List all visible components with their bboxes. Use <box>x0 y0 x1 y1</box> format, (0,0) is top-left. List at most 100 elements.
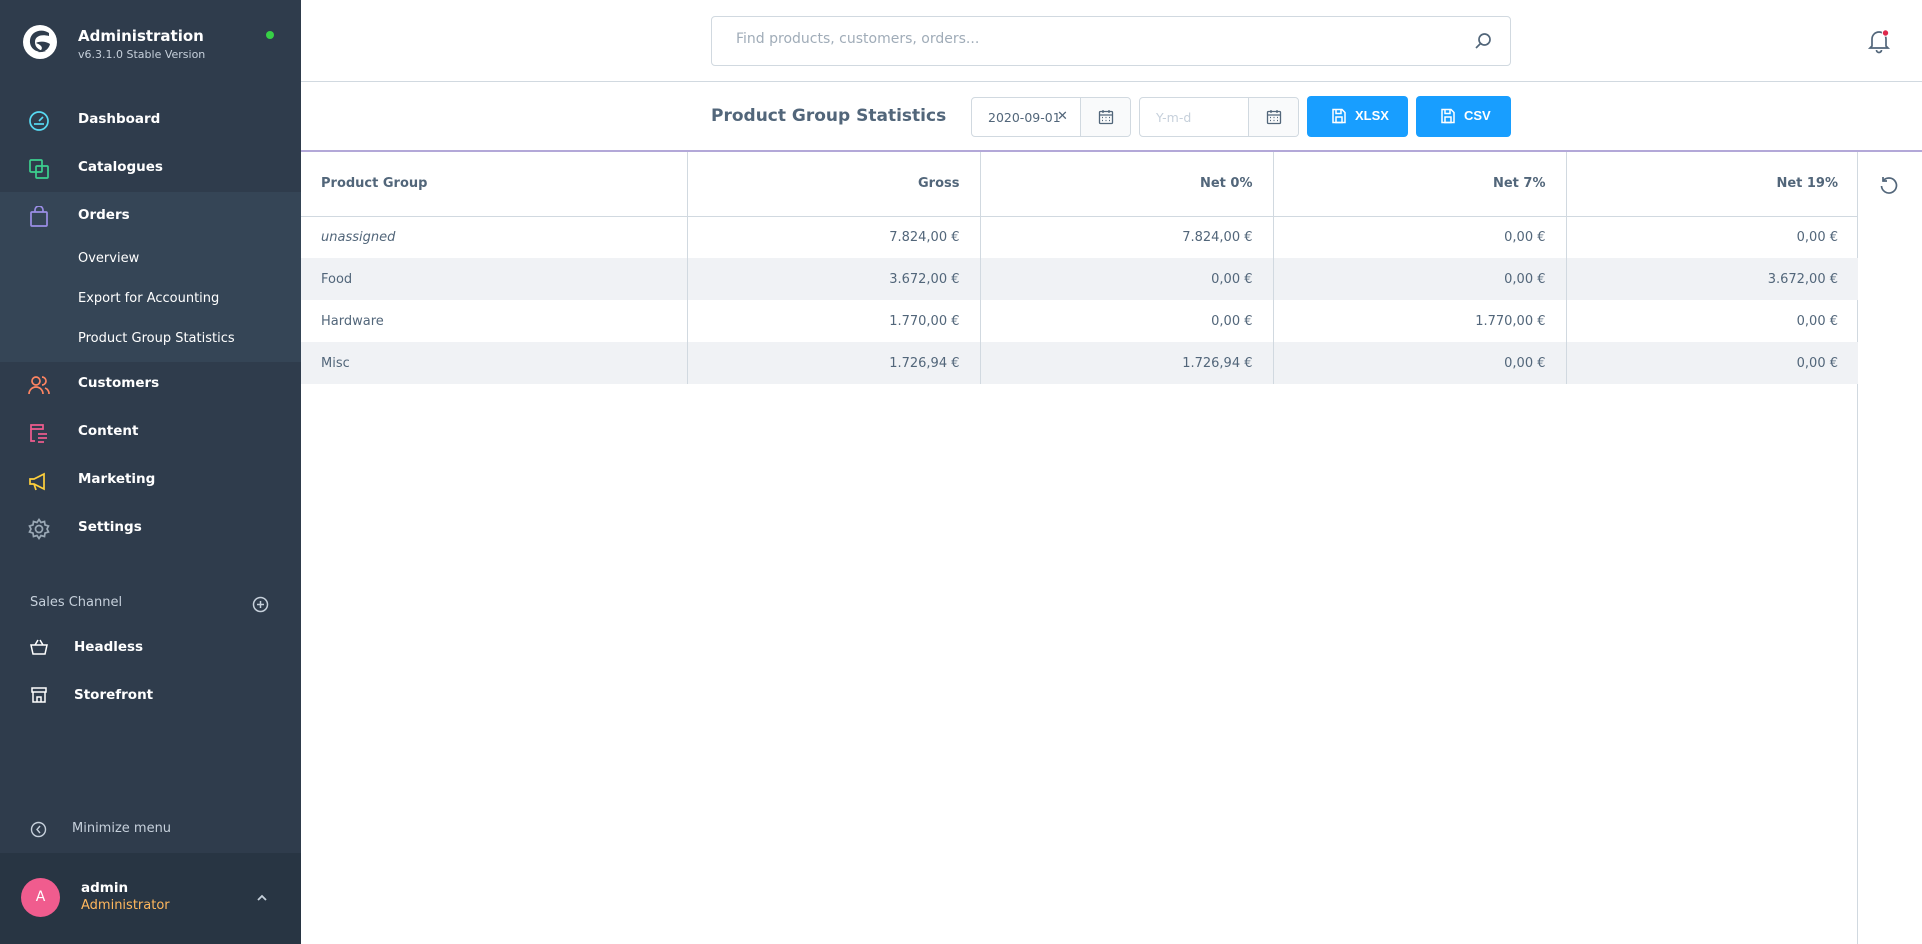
sales-channel-storefront[interactable]: Storefront <box>0 674 301 718</box>
user-role: Administrator <box>81 898 170 913</box>
date-from-input[interactable]: 2020-09-01 <box>988 110 1061 125</box>
cell-net-19: 0,00 € <box>1796 313 1838 329</box>
cell-net-7: 0,00 € <box>1273 216 1567 258</box>
cell-net-7: 0,00 € <box>1273 258 1567 300</box>
sidebar: Administration v6.3.1.0 Stable Version D… <box>0 0 301 944</box>
reset-icon[interactable] <box>1878 175 1900 197</box>
sales-channel-label: Storefront <box>74 687 154 703</box>
table-row[interactable]: unassigned 7.824,00 € 7.824,00 € 0,00 € … <box>301 216 1858 258</box>
table-row[interactable]: Food 3.672,00 € 0,00 € 0,00 € 3.672,00 € <box>301 258 1858 300</box>
calendar-icon <box>1266 110 1282 125</box>
nav-marketing[interactable]: Marketing <box>0 456 301 504</box>
marketing-icon <box>29 472 45 491</box>
search-input[interactable] <box>736 31 1436 47</box>
cell-product-group: unassigned <box>301 216 688 258</box>
nav-label: Marketing <box>78 471 156 487</box>
cell-gross: 1.770,00 € <box>687 300 981 342</box>
cell-product-group: Food <box>301 258 688 300</box>
column-header-net-19[interactable]: Net 19% <box>1566 152 1858 217</box>
column-header-net-0[interactable]: Net 0% <box>980 152 1274 217</box>
nav-label: Orders <box>78 207 130 223</box>
date-from-field[interactable]: 2020-09-01 ✕ <box>971 97 1131 137</box>
nav-label: Content <box>78 423 139 439</box>
minimize-menu-label: Minimize menu <box>72 821 172 836</box>
column-header-net-7[interactable]: Net 7% <box>1273 152 1567 217</box>
date-to-calendar-button[interactable] <box>1248 98 1298 136</box>
subnav-export-accounting[interactable]: Export for Accounting <box>78 291 219 306</box>
cell-net-0: 0,00 € <box>980 300 1274 342</box>
date-to-field[interactable]: Y-m-d <box>1139 97 1299 137</box>
notification-bell-icon[interactable] <box>1866 28 1892 54</box>
settings-icon <box>28 518 50 540</box>
nav-label: Customers <box>78 375 160 391</box>
cell-net-7: 0,00 € <box>1273 342 1567 384</box>
storefront-icon <box>31 687 47 703</box>
sales-channel-label: Headless <box>74 639 144 655</box>
nav-content[interactable]: Content <box>0 408 301 456</box>
table-header-row: Product Group Gross Net 0% Net 7% Net 19… <box>301 152 1858 217</box>
calendar-icon <box>1098 110 1114 125</box>
nav-label: Settings <box>78 519 142 535</box>
cell-product-group: Hardware <box>301 300 688 342</box>
cell-gross: 3.672,00 € <box>687 258 981 300</box>
date-to-input[interactable]: Y-m-d <box>1156 110 1191 125</box>
date-from-calendar-button[interactable] <box>1080 98 1130 136</box>
table-row[interactable]: Hardware 1.770,00 € 0,00 € 1.770,00 € 0,… <box>301 300 1858 342</box>
cell-product-group: Misc <box>301 342 688 384</box>
basket-icon <box>30 639 48 655</box>
nav-customers[interactable]: Customers <box>0 360 301 408</box>
cell-gross: 1.726,94 € <box>687 342 981 384</box>
search-icon[interactable] <box>1474 32 1492 50</box>
online-status-indicator <box>266 31 274 39</box>
content-icon <box>30 424 47 443</box>
nav-label: Catalogues <box>78 159 163 175</box>
shopware-logo-icon[interactable] <box>22 24 58 60</box>
table-row[interactable]: Misc 1.726,94 € 1.726,94 € 0,00 € 0,00 € <box>301 342 1858 384</box>
cell-net-0: 0,00 € <box>980 258 1274 300</box>
app-title: Administration <box>78 27 204 45</box>
page-toolbar: Product Group Statistics 2020-09-01 ✕ Y-… <box>301 83 1922 152</box>
clear-date-icon[interactable]: ✕ <box>1057 109 1068 124</box>
sales-channel-headless[interactable]: Headless <box>0 626 301 670</box>
export-xlsx-label: XLSX <box>1355 108 1389 123</box>
cell-net-0: 7.824,00 € <box>980 216 1274 258</box>
export-csv-button[interactable]: CSV <box>1416 96 1511 137</box>
cell-net-19: 0,00 € <box>1796 229 1838 245</box>
chevron-up-icon[interactable] <box>255 891 269 905</box>
user-profile[interactable]: A admin Administrator <box>0 853 301 944</box>
statistics-grid: Product Group Gross Net 0% Net 7% Net 19… <box>301 152 1858 944</box>
global-search[interactable] <box>711 16 1511 66</box>
page-title: Product Group Statistics <box>711 106 947 126</box>
statistics-table: Product Group Gross Net 0% Net 7% Net 19… <box>301 152 1858 384</box>
cell-net-7: 1.770,00 € <box>1273 300 1567 342</box>
export-csv-label: CSV <box>1464 108 1491 123</box>
subnav-overview[interactable]: Overview <box>78 251 139 266</box>
top-bar <box>301 0 1922 82</box>
export-xlsx-button[interactable]: XLSX <box>1307 96 1408 137</box>
cell-net-19: 0,00 € <box>1566 342 1858 384</box>
nav-orders[interactable]: Orders <box>0 192 301 240</box>
dashboard-icon <box>29 111 49 131</box>
nav-label: Dashboard <box>78 111 161 127</box>
customers-icon <box>28 376 50 395</box>
avatar: A <box>21 878 60 917</box>
nav-dashboard[interactable]: Dashboard <box>0 96 301 144</box>
nav-settings[interactable]: Settings <box>0 504 301 552</box>
save-icon <box>1332 108 1346 124</box>
subnav-product-group-statistics[interactable]: Product Group Statistics <box>78 331 235 346</box>
chevron-left-circle-icon <box>30 821 47 838</box>
sidebar-header: Administration v6.3.1.0 Stable Version <box>0 0 301 87</box>
cell-net-19: 3.672,00 € <box>1566 258 1858 300</box>
user-name: admin <box>81 880 129 896</box>
catalogue-icon <box>29 159 49 179</box>
cell-net-0: 1.726,94 € <box>980 342 1274 384</box>
sales-channel-heading: Sales Channel <box>30 595 123 610</box>
add-sales-channel-icon[interactable] <box>252 596 269 613</box>
cell-gross: 7.824,00 € <box>687 216 981 258</box>
save-icon <box>1441 108 1455 124</box>
orders-icon <box>30 206 48 227</box>
app-version: v6.3.1.0 Stable Version <box>78 48 206 61</box>
nav-catalogues[interactable]: Catalogues <box>0 144 301 192</box>
column-header-gross[interactable]: Gross <box>687 152 981 217</box>
column-header-product-group[interactable]: Product Group <box>301 152 688 217</box>
